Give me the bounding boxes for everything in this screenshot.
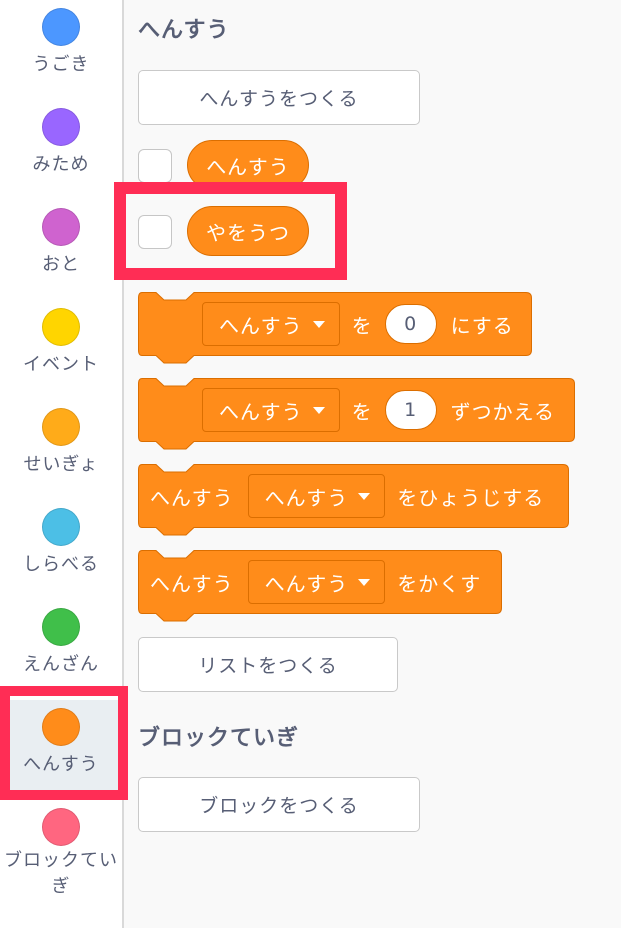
category-variables[interactable]: へんすう — [0, 700, 122, 800]
motion-color-dot-icon — [42, 8, 80, 46]
category-label: おと — [42, 254, 80, 275]
show-variable-block[interactable]: へんすう へんすう をひょうじする — [138, 464, 570, 536]
events-color-dot-icon — [42, 308, 80, 346]
variables-section-title: へんすう — [138, 18, 230, 43]
make-list-button[interactable]: リストをつくる — [138, 637, 398, 692]
variable-dropdown[interactable]: へんすう — [202, 388, 340, 432]
my-blocks-section-title: ブロックていぎ — [138, 726, 300, 751]
variable-dropdown[interactable]: へんすう — [247, 474, 386, 518]
block-text: へんすう — [150, 571, 234, 596]
dropdown-arrow-icon — [358, 578, 371, 586]
category-label: へんすう — [23, 754, 99, 775]
variable-checkbox[interactable] — [138, 149, 172, 183]
block-text: を — [351, 399, 373, 424]
category-label: うごき — [32, 54, 90, 75]
variable-checkbox[interactable] — [138, 215, 172, 249]
variables-color-dot-icon — [42, 708, 80, 746]
dropdown-arrow-icon — [312, 320, 325, 328]
category-label: しらべる — [23, 554, 99, 575]
sensing-color-dot-icon — [42, 508, 80, 546]
set-value-input[interactable]: 0 — [384, 304, 437, 344]
category-motion[interactable]: うごき — [0, 0, 122, 100]
my-blocks-color-dot-icon — [42, 808, 80, 846]
change-value-input[interactable]: 1 — [384, 390, 437, 430]
category-label: みため — [32, 154, 90, 175]
sound-color-dot-icon — [42, 208, 80, 246]
dropdown-value: へんすう — [264, 571, 349, 596]
dropdown-value: へんすう — [219, 399, 303, 424]
make-variable-button[interactable]: へんすうをつくる — [138, 70, 420, 125]
category-label: イベント — [23, 354, 99, 375]
category-label: ブロックていぎ — [4, 850, 118, 897]
block-text: をひょうじする — [397, 485, 545, 510]
hide-variable-block[interactable]: へんすう へんすう をかくす — [138, 550, 503, 622]
category-sidebar: うごき みため おと イベント せいぎょ しらべる えんざん へんすう ブロック… — [0, 0, 124, 928]
control-color-dot-icon — [42, 408, 80, 446]
set-variable-block[interactable]: へんすう を 0 にする — [138, 292, 533, 364]
block-text: をかくす — [397, 571, 482, 596]
variable-dropdown[interactable]: へんすう — [202, 302, 340, 346]
category-label: せいぎょ — [23, 454, 99, 475]
change-variable-block[interactable]: へんすう を 1 ずつかえる — [138, 378, 576, 450]
block-text: ずつかえる — [450, 399, 556, 424]
variable-reporter[interactable]: へんすう — [187, 140, 309, 190]
dropdown-arrow-icon — [358, 492, 371, 500]
dropdown-value: へんすう — [264, 485, 349, 510]
looks-color-dot-icon — [42, 108, 80, 146]
dropdown-arrow-icon — [312, 406, 325, 414]
dropdown-value: へんすう — [219, 313, 303, 338]
category-operators[interactable]: えんざん — [0, 600, 122, 700]
block-text: にする — [450, 313, 514, 338]
category-sound[interactable]: おと — [0, 200, 122, 300]
category-sensing[interactable]: しらべる — [0, 500, 122, 600]
block-text: を — [351, 313, 373, 338]
category-looks[interactable]: みため — [0, 100, 122, 200]
category-events[interactable]: イベント — [0, 300, 122, 400]
make-block-button[interactable]: ブロックをつくる — [138, 777, 420, 832]
variable-reporter[interactable]: やをうつ — [187, 206, 309, 256]
category-my-blocks[interactable]: ブロックていぎ — [0, 800, 122, 928]
block-text: へんすう — [150, 485, 234, 510]
operators-color-dot-icon — [42, 608, 80, 646]
category-label: えんざん — [23, 654, 99, 675]
variable-dropdown[interactable]: へんすう — [247, 560, 386, 604]
category-control[interactable]: せいぎょ — [0, 400, 122, 500]
